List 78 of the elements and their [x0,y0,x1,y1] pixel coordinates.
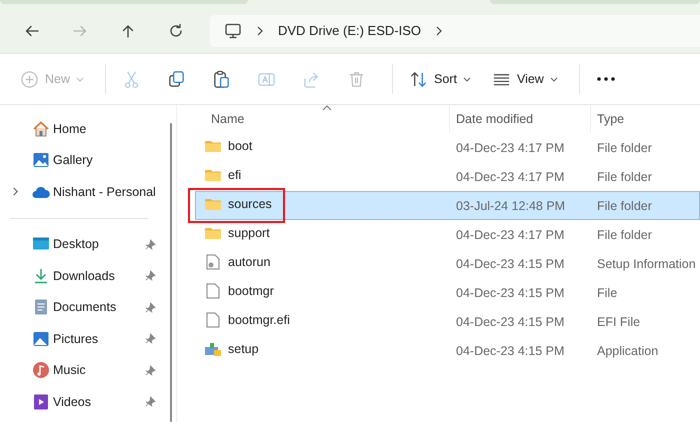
file-name: sources [228,197,272,211]
folder-icon [204,138,222,154]
sidebar-item[interactable]: Downloads [0,260,170,292]
type-cell-text: File folder [596,228,653,242]
file-row[interactable]: setup 04-Dec-23 4:15 PM Application [195,336,700,365]
sidebar-item[interactable]: Gallery [0,144,170,176]
file-row[interactable]: bootmgr 04-Dec-23 4:15 PM File [195,278,700,307]
date-cell-text: 04-Dec-23 4:17 PM [455,170,566,184]
address-bar[interactable]: DVD Drive (E:) ESD-ISO [210,14,700,46]
date-cell-text: 04-Dec-23 4:15 PM [455,314,566,328]
column-header[interactable]: Date modified [449,105,590,133]
sidebar-item[interactable]: Music [0,354,170,386]
file-icon [204,283,222,299]
gallery-icon [32,151,50,170]
date-cell-text: 04-Dec-23 4:17 PM [455,140,566,154]
date-cell-text: 03-Jul-24 12:48 PM [455,198,566,212]
downloads-icon [32,266,50,285]
installer-icon [204,341,222,357]
sidebar-item[interactable]: Desktop [0,228,170,260]
chevron-icon [435,26,444,36]
file-row[interactable]: boot 04-Dec-23 4:17 PM File folder [195,133,700,162]
column-header[interactable]: Name [177,105,449,133]
computer-icon [224,22,242,40]
copy-icon [167,70,186,88]
file-name: efi [228,168,242,182]
more-icon [596,76,616,82]
view-button[interactable]: View [484,61,566,97]
date-cell-text: 04-Dec-23 4:15 PM [455,286,566,300]
file-row[interactable]: autorun 04-Dec-23 4:15 PM Setup Information [195,249,700,278]
caret-icon [76,76,84,82]
folder-icon [204,196,222,212]
type-cell-text: Setup Information [596,256,697,270]
home-icon [32,120,50,138]
date-cell-text: 04-Dec-23 4:15 PM [455,256,566,270]
file-name: support [228,226,270,240]
column-header[interactable]: Type [590,105,700,133]
type-cell-text: Application [596,344,660,358]
caret-icon [550,76,558,82]
sidebar-item[interactable]: Home [0,113,170,144]
file-row[interactable]: support 04-Dec-23 4:17 PM File folder [195,220,700,249]
sidebar-item[interactable]: Videos [0,386,170,418]
pictures-icon [32,330,50,348]
file-name: autorun [228,255,270,269]
sort-caret-icon [322,105,332,111]
type-cell-text: File folder [596,170,653,184]
type-cell-text: File folder [596,198,653,212]
type-cell-text: EFI File [596,314,642,328]
sidebar-item[interactable]: Pictures [0,323,170,354]
file-name: bootmgr.efi [228,313,290,327]
type-cell-text: File folder [596,140,653,154]
folder-icon [204,167,222,183]
breadcrumb[interactable]: DVD Drive (E:) ESD-ISO [278,23,422,38]
file-name: bootmgr [228,284,274,298]
arrow-icon [120,22,136,38]
sidebar-item[interactable]: Documents [0,292,170,323]
folder-icon [204,225,222,241]
date-cell-text: 04-Dec-23 4:17 PM [455,228,566,242]
settings-file-icon [204,254,222,270]
date-cell-text: 04-Dec-23 4:15 PM [455,344,566,358]
type-cell-text: File [596,286,618,300]
refresh-icon [168,22,184,38]
chevron-icon [256,26,264,36]
scrollbar[interactable] [170,123,172,422]
caret-icon [462,76,471,82]
sidebar-item[interactable]: Nishant - Personal [0,176,170,208]
sort-button[interactable]: Sort [401,61,479,97]
file-row[interactable]: efi 04-Dec-23 4:17 PM File folder [195,162,700,191]
file-row[interactable]: bootmgr.efi 04-Dec-23 4:15 PM EFI File [195,307,700,336]
videos-icon [32,392,50,411]
plus-icon [20,70,39,88]
sort-icon [409,70,428,88]
file-name: setup [228,342,259,356]
music-icon [32,361,50,380]
file-name: boot [228,139,252,153]
paste-icon [212,70,232,88]
documents-icon [32,298,50,316]
file-row[interactable]: sources 03-Jul-24 12:48 PM File folder [195,191,700,220]
file-icon [204,312,222,328]
